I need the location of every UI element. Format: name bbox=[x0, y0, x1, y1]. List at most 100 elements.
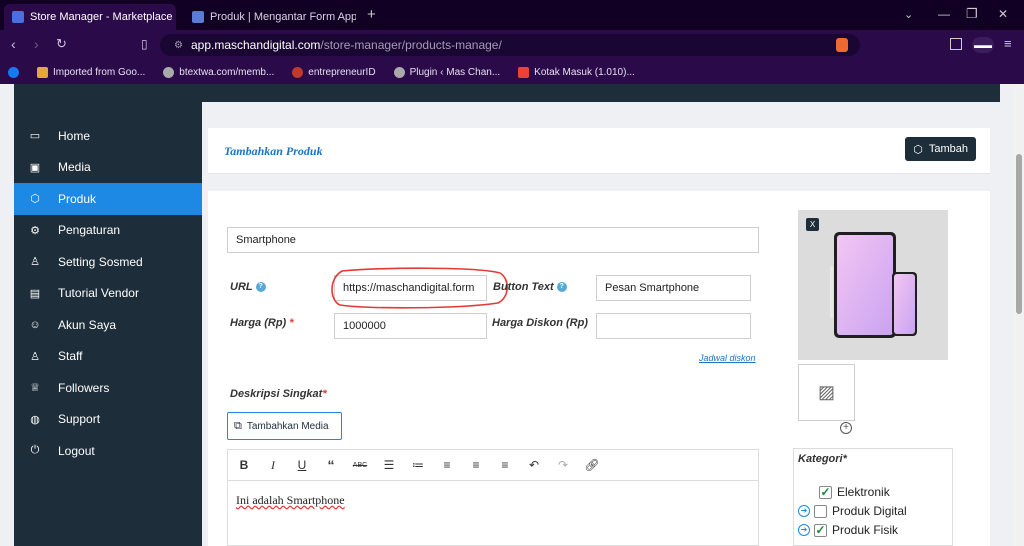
tab-bar: Store Manager - Marketplace M ✕ Produk |… bbox=[0, 0, 1024, 30]
bookmark-item[interactable]: Kotak Masuk (1.010)... bbox=[518, 66, 635, 78]
add-media-label: Tambahkan Media bbox=[246, 420, 329, 432]
sidebar-item-support[interactable]: ◍ Support bbox=[14, 404, 202, 436]
tab-search-icon[interactable]: ⌄ bbox=[904, 8, 913, 21]
sidebar-item-label: Staff bbox=[58, 349, 83, 364]
category-item-elektronik[interactable]: ✓ Elektronik bbox=[819, 484, 890, 500]
bookmark-star-icon[interactable]: ▯ bbox=[141, 37, 148, 51]
bookmark-item[interactable]: entrepreneurID bbox=[292, 66, 376, 78]
bullet-list-icon[interactable]: ☰ bbox=[381, 458, 397, 472]
user-icon: ♙ bbox=[30, 350, 40, 363]
tab-title: Store Manager - Marketplace M bbox=[30, 11, 176, 23]
close-window-button[interactable]: ✕ bbox=[998, 7, 1008, 21]
site-info-icon[interactable]: ⚙ bbox=[174, 40, 183, 51]
help-icon[interactable]: ? bbox=[255, 282, 266, 293]
menu-icon[interactable]: ≡ bbox=[1004, 36, 1012, 51]
sidebar-toggle-icon[interactable] bbox=[950, 38, 962, 50]
monitor-icon: ▭ bbox=[29, 130, 41, 143]
facebook-icon bbox=[8, 66, 19, 78]
sidebar-item-label: Support bbox=[58, 412, 101, 427]
bookmarks-bar: Imported from Goo... btextwa.com/memb...… bbox=[0, 60, 1024, 84]
gallery-image-slot[interactable]: ▨ bbox=[798, 364, 855, 421]
editor-content[interactable]: Ini adalah Smartphone bbox=[228, 481, 758, 520]
editor-toolbar: B I U “ ABC ☰ ≔ ≡ ≡ ≡ ↶ ↷ 🔗︎ bbox=[228, 450, 758, 481]
checkbox-checked[interactable]: ✓ bbox=[814, 523, 827, 537]
expand-arrow-icon[interactable]: ➔ bbox=[798, 524, 810, 536]
category-item-produk-digital[interactable]: ➔ Produk Digital bbox=[798, 503, 907, 519]
italic-icon[interactable]: I bbox=[265, 458, 281, 473]
private-glasses-icon[interactable]: ▬▬ bbox=[972, 37, 994, 53]
required-mark: * bbox=[289, 317, 294, 329]
scrollbar-thumb[interactable] bbox=[1016, 154, 1022, 314]
link-icon[interactable]: 🔗︎ bbox=[584, 458, 600, 472]
remove-image-icon[interactable]: X bbox=[806, 218, 819, 231]
sidebar-item-media[interactable]: ▣ Media bbox=[14, 152, 202, 184]
align-right-icon[interactable]: ≡ bbox=[497, 458, 513, 472]
restore-button[interactable]: ❐ bbox=[966, 6, 978, 22]
editor-text: Ini adalah Smartphone bbox=[236, 493, 345, 507]
product-name-input[interactable]: Smartphone bbox=[227, 227, 759, 253]
users-icon: ☺ bbox=[29, 318, 41, 331]
address-bar[interactable]: ⚙ app.maschandigital.com /store-manager/… bbox=[160, 34, 860, 56]
brave-shield-icon[interactable] bbox=[836, 38, 848, 52]
add-product-button[interactable]: ⬡ Tambah bbox=[905, 137, 976, 161]
align-left-icon[interactable]: ≡ bbox=[439, 458, 455, 472]
bookmark-facebook[interactable] bbox=[8, 66, 19, 78]
discount-input[interactable] bbox=[596, 313, 751, 339]
gear-icon: ⚙ bbox=[30, 224, 40, 237]
blockquote-icon[interactable]: “ bbox=[323, 457, 339, 473]
new-tab-button[interactable]: + bbox=[367, 6, 376, 23]
minimize-button[interactable]: — bbox=[938, 7, 950, 21]
sidebar-item-followers[interactable]: ♕ Followers bbox=[14, 372, 202, 404]
schedule-discount-link[interactable]: Jadwal diskon bbox=[699, 353, 756, 363]
short-description-label: Deskripsi Singkat* bbox=[230, 388, 327, 400]
tab-store-manager[interactable]: Store Manager - Marketplace M ✕ bbox=[4, 4, 176, 30]
sidebar-item-logout[interactable]: ⏻ Logout bbox=[14, 435, 202, 467]
tab-mengantar[interactable]: Produk | Mengantar Form App ✕ bbox=[184, 4, 356, 30]
align-center-icon[interactable]: ≡ bbox=[468, 458, 484, 472]
bookmark-item[interactable]: Plugin ‹ Mas Chan... bbox=[393, 66, 501, 78]
phone-tablet-illustration bbox=[830, 232, 917, 338]
image-placeholder-icon: ▨ bbox=[817, 382, 835, 402]
undo-icon[interactable]: ↶ bbox=[526, 458, 542, 472]
cube-icon: ⬡ bbox=[30, 193, 40, 206]
sidebar-item-tutorial-vendor[interactable]: ▤ Tutorial Vendor bbox=[14, 278, 202, 310]
expand-arrow-icon[interactable]: ➔ bbox=[798, 505, 810, 517]
help-icon[interactable]: ? bbox=[556, 282, 567, 293]
bookmark-item[interactable]: btextwa.com/memb... bbox=[163, 66, 274, 78]
forward-button[interactable]: › bbox=[34, 37, 39, 51]
sidebar-item-home[interactable]: ▭ Home bbox=[14, 120, 202, 152]
url-label-text: URL bbox=[230, 281, 253, 293]
redo-icon[interactable]: ↷ bbox=[555, 458, 571, 472]
back-button[interactable]: ‹ bbox=[11, 37, 16, 51]
bookmark-item[interactable]: Imported from Goo... bbox=[37, 66, 145, 78]
strikethrough-icon[interactable]: ABC bbox=[352, 462, 368, 469]
product-image[interactable]: X bbox=[798, 210, 948, 360]
sidebar-item-produk[interactable]: ⬡ Produk bbox=[14, 183, 202, 215]
category-title-text: Kategori bbox=[798, 453, 843, 465]
add-gallery-icon[interactable]: + bbox=[840, 422, 852, 434]
sidebar-item-setting-sosmed[interactable]: ♙ Setting Sosmed bbox=[14, 246, 202, 278]
sidebar-item-staff[interactable]: ♙ Staff bbox=[14, 341, 202, 373]
numbered-list-icon[interactable]: ≔ bbox=[410, 458, 426, 472]
bookmark-label: Plugin ‹ Mas Chan... bbox=[409, 66, 501, 78]
button-text-input[interactable]: Pesan Smartphone bbox=[596, 275, 751, 301]
sidebar-item-label: Logout bbox=[58, 443, 95, 458]
price-input[interactable]: 1000000 bbox=[334, 313, 487, 339]
globe-icon bbox=[163, 66, 175, 78]
reload-button[interactable]: ↻ bbox=[56, 37, 67, 51]
sidebar-item-akun-saya[interactable]: ☺ Akun Saya bbox=[14, 309, 202, 341]
sidebar-item-label: Tutorial Vendor bbox=[58, 286, 139, 301]
top-header-strip bbox=[14, 84, 1000, 102]
page-scrollbar[interactable] bbox=[1014, 84, 1024, 546]
mengantar-favicon-icon bbox=[192, 11, 204, 23]
checkbox-checked[interactable]: ✓ bbox=[819, 485, 832, 499]
bookmark-label: entrepreneurID bbox=[308, 66, 376, 78]
checkbox-unchecked[interactable] bbox=[814, 504, 827, 518]
category-item-produk-fisik[interactable]: ➔ ✓ Produk Fisik bbox=[798, 522, 898, 538]
sidebar-item-pengaturan[interactable]: ⚙ Pengaturan bbox=[14, 215, 202, 247]
url-domain: app.maschandigital.com bbox=[190, 38, 321, 52]
add-media-button[interactable]: ⧉ Tambahkan Media bbox=[227, 412, 342, 440]
underline-icon[interactable]: U bbox=[294, 458, 310, 472]
button-text-label-text: Button Text bbox=[493, 281, 554, 293]
bold-icon[interactable]: B bbox=[236, 458, 252, 472]
